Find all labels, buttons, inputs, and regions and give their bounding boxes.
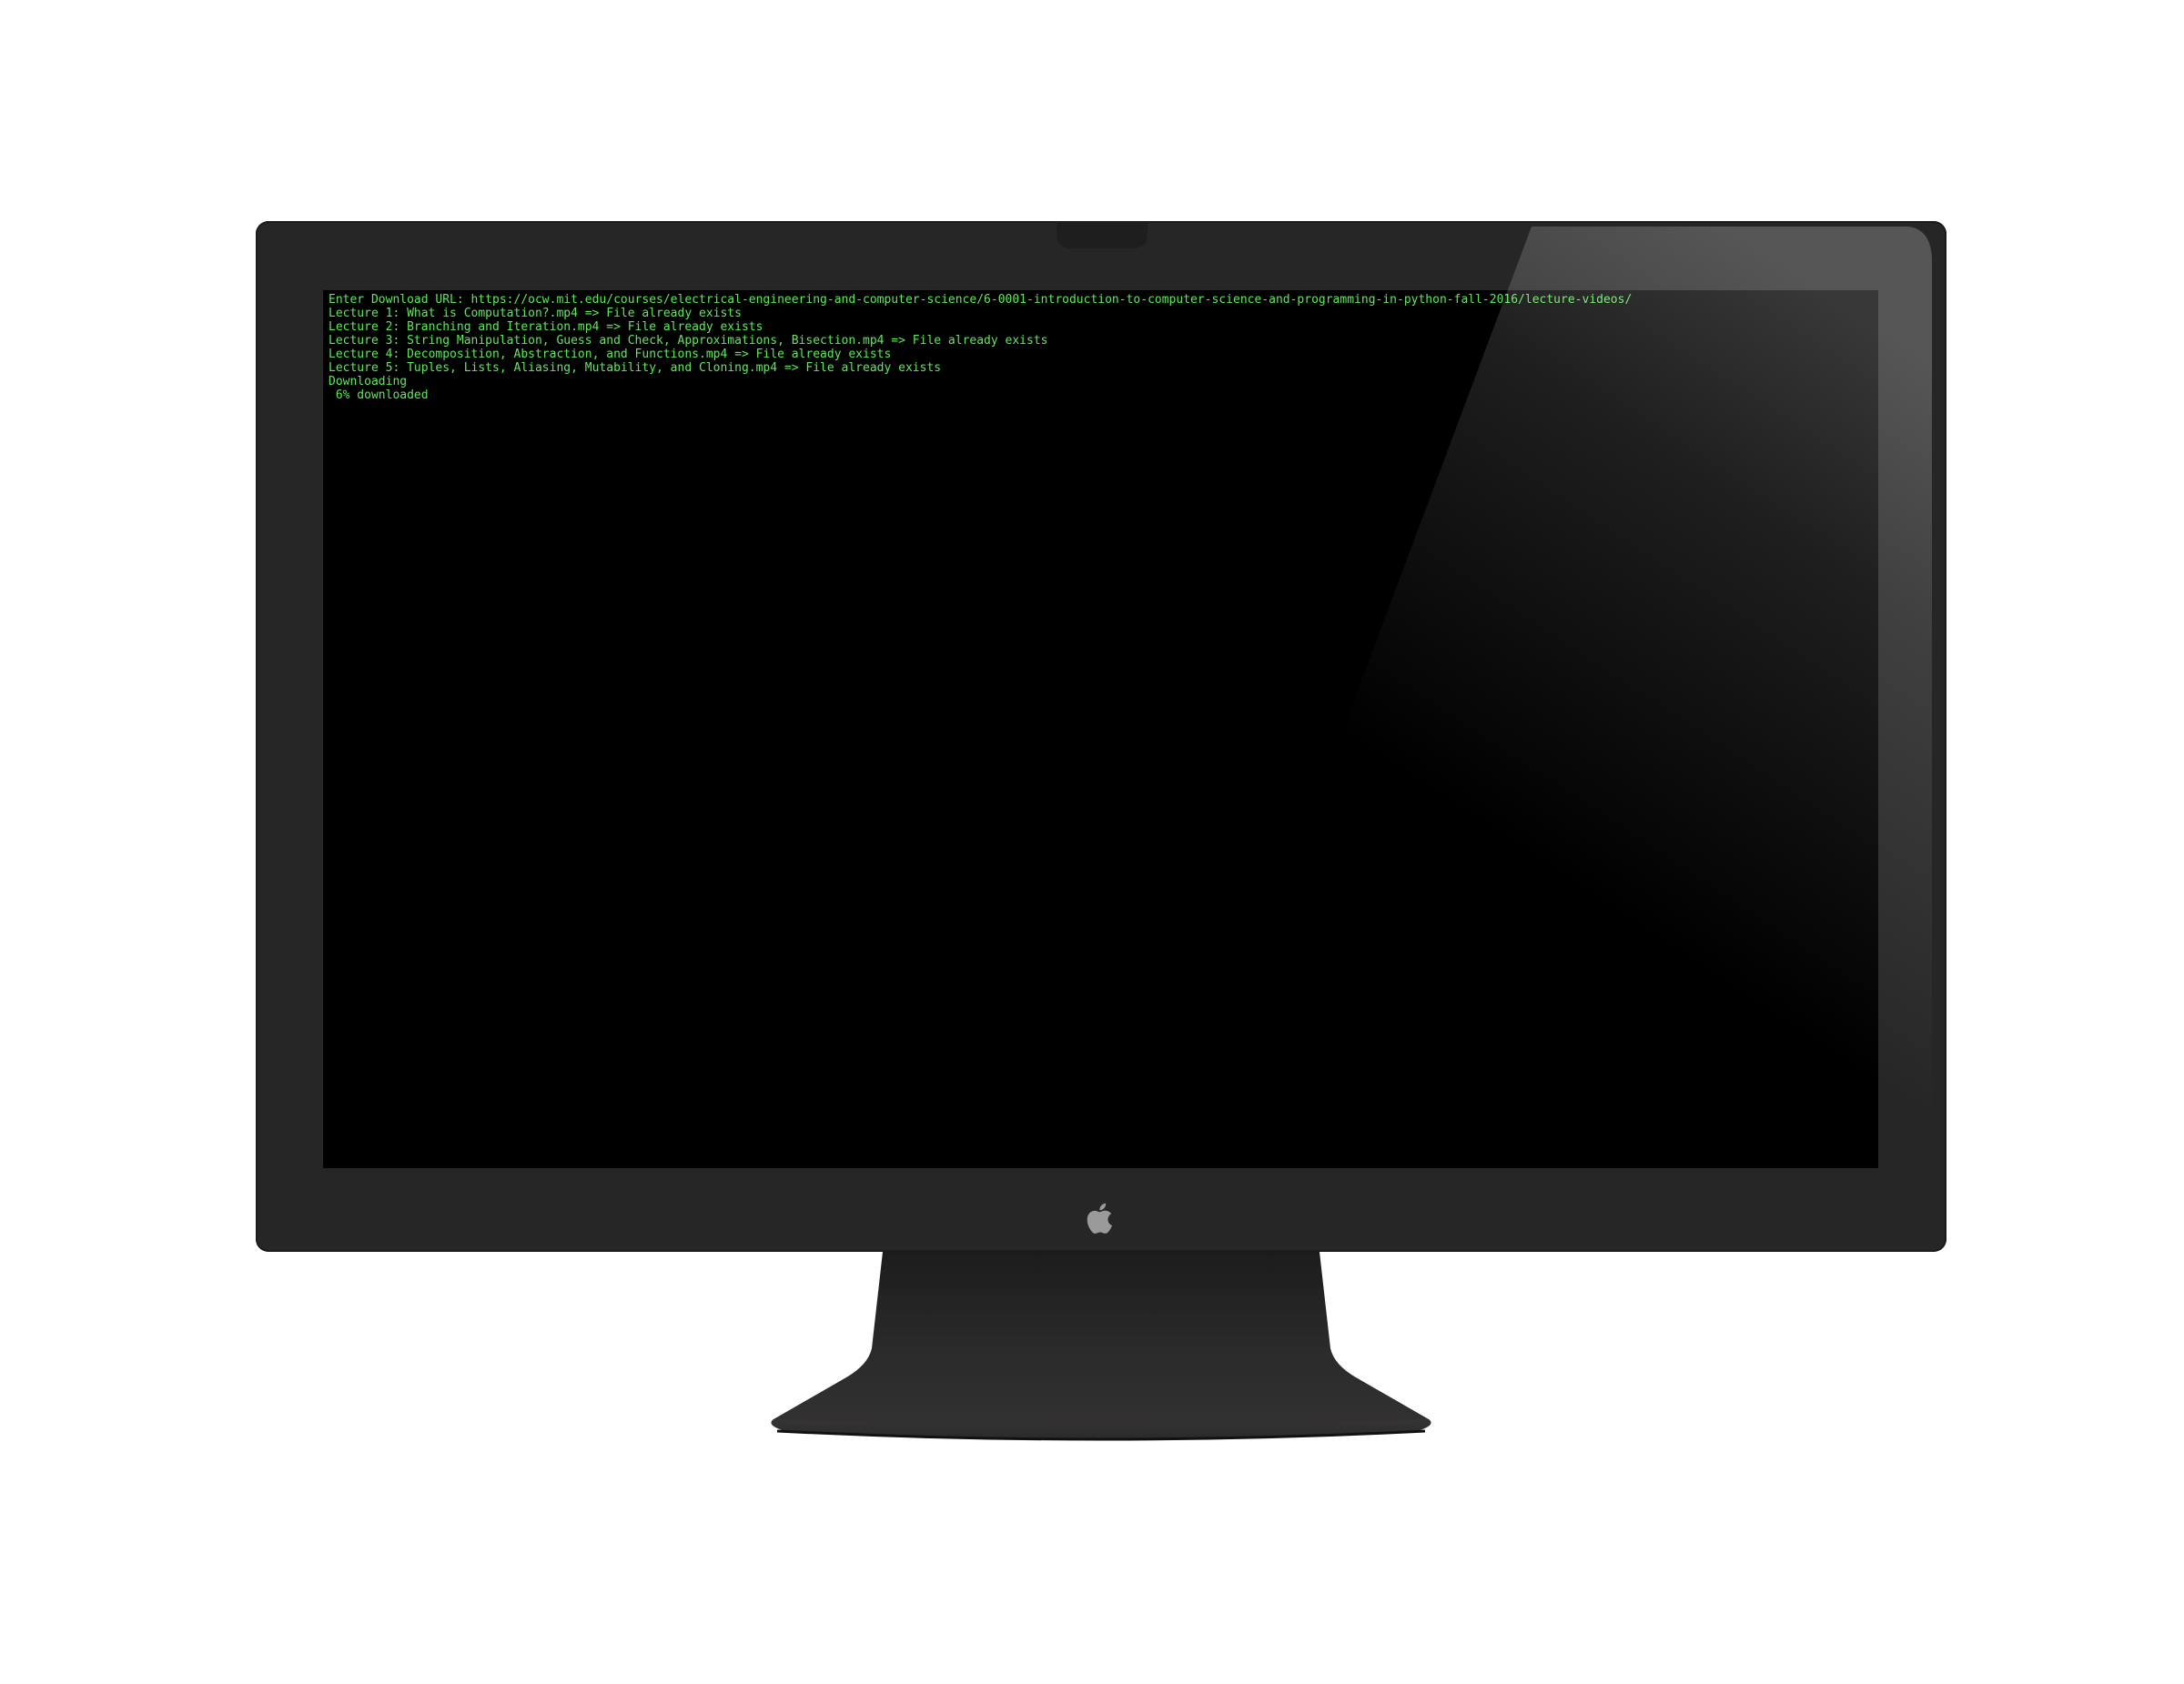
terminal-line-lecture-2: Lecture 2: Branching and Iteration.mp4 =…	[329, 320, 763, 334]
terminal-line-lecture-3: Lecture 3: String Manipulation, Guess an…	[329, 334, 1048, 348]
scene: Enter Download URL: https://ocw.mit.edu/…	[0, 0, 2184, 1684]
monitor-stand	[771, 1252, 1431, 1441]
terminal-line-lecture-5: Lecture 5: Tuples, Lists, Aliasing, Muta…	[329, 361, 942, 375]
terminal-line-downloading: Downloading	[329, 375, 408, 388]
monitor-bezel: Enter Download URL: https://ocw.mit.edu/…	[256, 221, 1946, 1252]
terminal-screen[interactable]: Enter Download URL: https://ocw.mit.edu/…	[323, 290, 1878, 1168]
terminal-line-progress: 6% downloaded	[329, 388, 429, 402]
terminal-line-lecture-4: Lecture 4: Decomposition, Abstraction, a…	[329, 348, 892, 361]
terminal-line-lecture-1: Lecture 1: What is Computation?.mp4 => F…	[329, 307, 742, 320]
apple-logo-icon	[1087, 1203, 1112, 1234]
terminal-output: Enter Download URL: https://ocw.mit.edu/…	[329, 293, 1873, 402]
camera-notch	[1057, 221, 1148, 248]
terminal-line-url-prompt: Enter Download URL: https://ocw.mit.edu/…	[329, 293, 1633, 307]
